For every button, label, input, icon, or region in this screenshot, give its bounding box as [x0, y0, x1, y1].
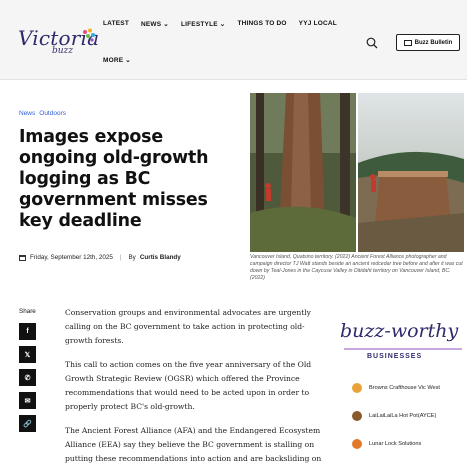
business-logo-icon: [352, 411, 362, 421]
x-twitter-icon[interactable]: 𝕏: [19, 346, 36, 363]
buzz-worthy-banner[interactable]: buzz-worthy BUSINESSES: [340, 320, 465, 364]
nav-lifestyle[interactable]: LIFESTYLE ⌄: [181, 20, 225, 28]
share-buttons: f 𝕏 ✆ ✉ 🔗: [19, 323, 36, 432]
buzz-worthy-underline: [344, 348, 462, 350]
business-item[interactable]: DEI Pet Hospital: [352, 458, 464, 467]
meta-separator: |: [119, 254, 122, 261]
main-nav: LATEST NEWS ⌄ LIFESTYLE ⌄ THINGS TO DO Y…: [103, 20, 337, 28]
facebook-icon[interactable]: f: [19, 323, 36, 340]
business-name: Browns Crafthouse Vic West: [369, 385, 440, 391]
photo-caption: Vancouver Island, Quatsino territory. (2…: [250, 254, 463, 281]
article-date: Friday, September 12th, 2025: [30, 254, 113, 261]
business-item[interactable]: LaiLaiLaiLa Hot Pot(AYCE): [352, 402, 464, 430]
category-news[interactable]: News: [19, 110, 35, 117]
site-logo[interactable]: Victoria buzz: [18, 26, 99, 56]
buzz-worthy-title: buzz-worthy: [340, 320, 459, 342]
article-author[interactable]: Curtis Blandy: [140, 254, 181, 261]
logo-subwordmark: buzz: [52, 46, 74, 56]
article-title: Images expose ongoing old-growth logging…: [19, 127, 209, 231]
search-icon[interactable]: [366, 37, 378, 49]
nav-things-to-do[interactable]: THINGS TO DO: [237, 20, 286, 28]
copy-link-icon[interactable]: 🔗: [19, 415, 36, 432]
share-label: Share: [19, 308, 36, 315]
business-name: Lunar Lock Solutions: [369, 441, 422, 447]
article-meta: Friday, September 12th, 2025 | By Curtis…: [19, 254, 181, 261]
nav-news[interactable]: NEWS ⌄: [141, 20, 169, 28]
category-outdoors[interactable]: Outdoors: [39, 110, 66, 117]
article-categories: News Outdoors: [19, 110, 66, 117]
buzz-worthy-subtitle: BUSINESSES: [367, 353, 423, 360]
site-header: Victoria buzz LATEST NEWS ⌄ LIFESTYLE ⌄ …: [0, 0, 467, 80]
hero-photo: [250, 93, 464, 252]
mail-icon: [403, 39, 412, 46]
nav-yyj-local[interactable]: YYJ LOCAL: [299, 20, 337, 28]
calendar-icon: [19, 254, 26, 261]
logo-dots-icon: [83, 28, 95, 42]
nav-more[interactable]: MORE ⌄: [103, 56, 131, 64]
business-logo-icon: [352, 439, 362, 449]
article-body: Conservation groups and environmental ad…: [65, 306, 323, 467]
nav-latest[interactable]: LATEST: [103, 20, 129, 28]
byline-prefix: By: [128, 254, 136, 261]
article-paragraph: This call to action comes on the five ye…: [65, 360, 312, 411]
email-icon[interactable]: ✉: [19, 392, 36, 409]
article-paragraph: The Ancient Forest Alliance (AFA) and th…: [65, 426, 322, 463]
business-name: LaiLaiLaiLa Hot Pot(AYCE): [369, 413, 437, 419]
buzz-bulletin-label: Buzz Bulletin: [414, 39, 453, 46]
business-item[interactable]: Lunar Lock Solutions: [352, 430, 464, 458]
article-paragraph: Conservation groups and environmental ad…: [65, 308, 311, 345]
whatsapp-icon[interactable]: ✆: [19, 369, 36, 386]
business-item[interactable]: Browns Crafthouse Vic West: [352, 374, 464, 402]
business-logo-icon: [352, 383, 362, 393]
buzz-bulletin-button[interactable]: Buzz Bulletin: [396, 34, 460, 51]
business-list: Browns Crafthouse Vic West LaiLaiLaiLa Ho…: [352, 374, 464, 467]
